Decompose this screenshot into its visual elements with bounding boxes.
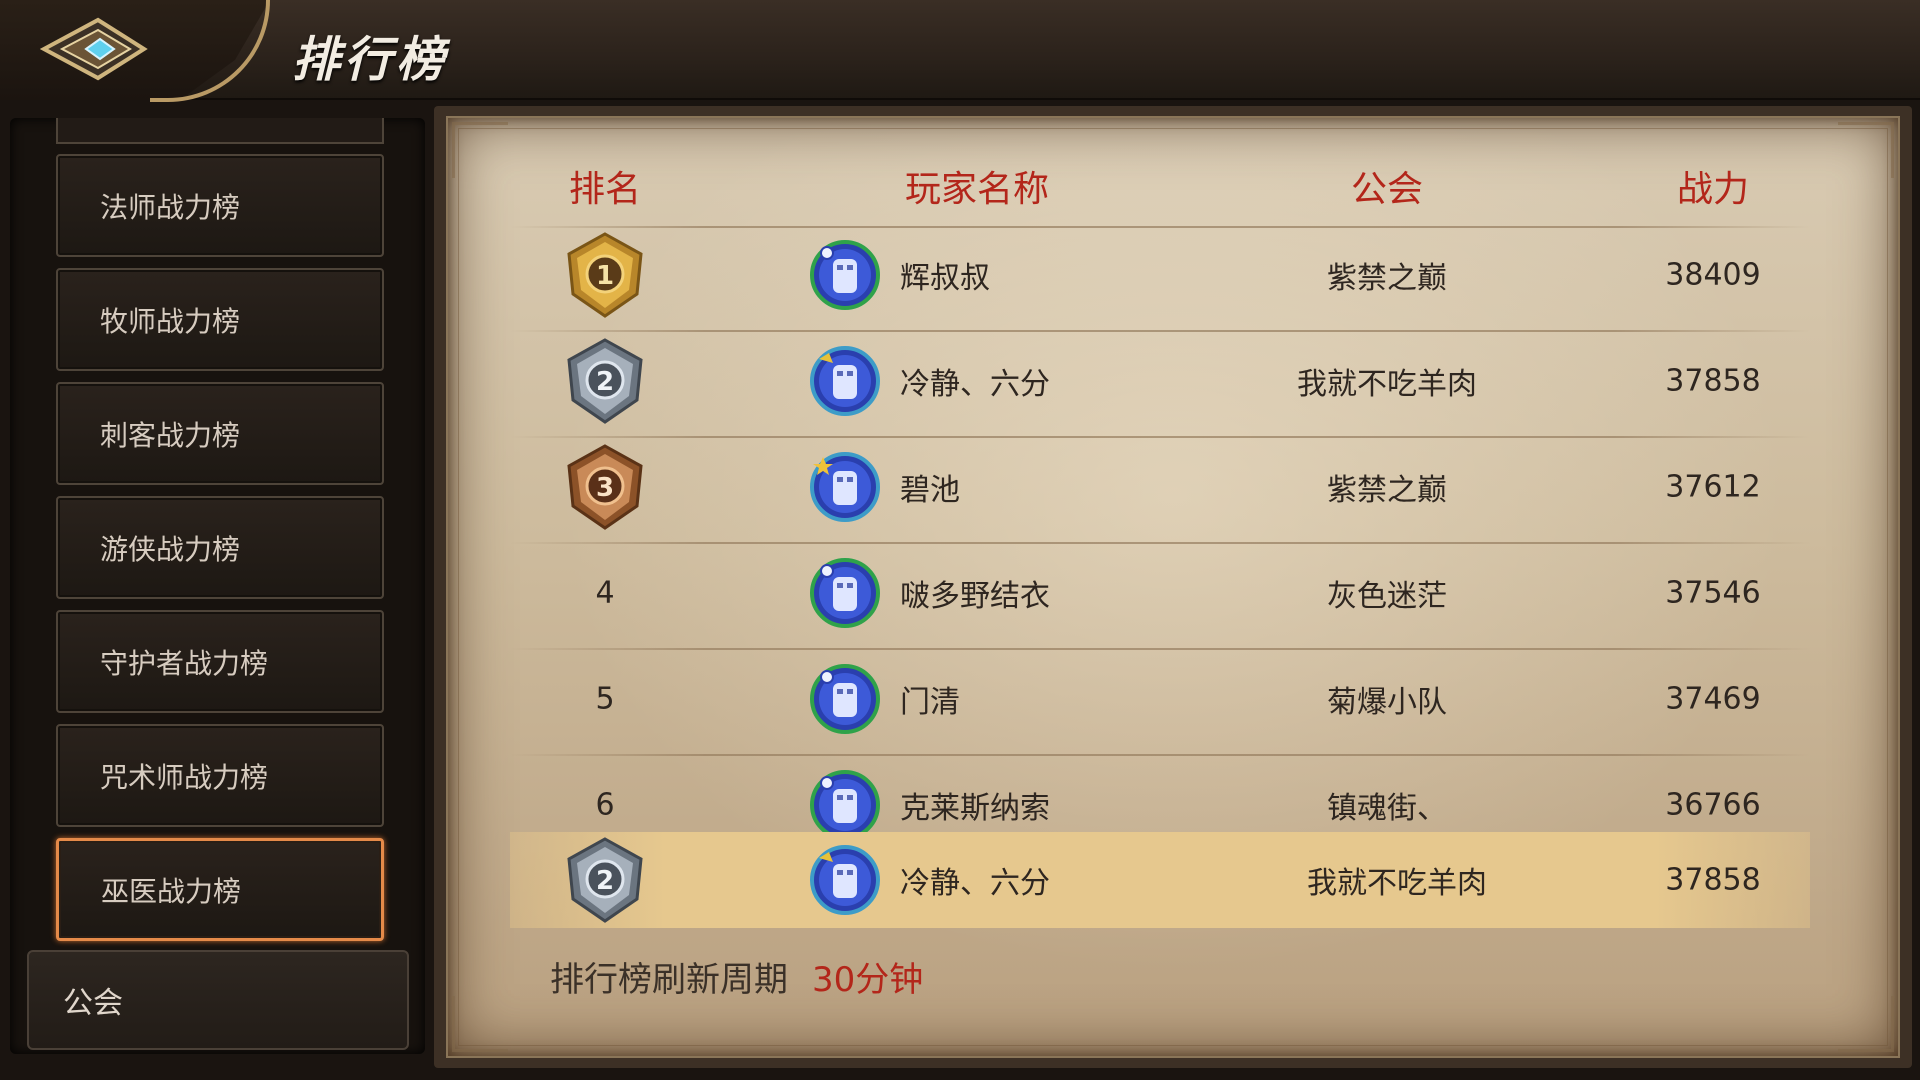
gold-medal-icon: 1 (567, 232, 643, 318)
guild-name: 紫禁之巅 (1327, 261, 1447, 296)
guild-name: 紫禁之巅 (1327, 473, 1447, 508)
category-guild-button[interactable]: 公会 (27, 950, 409, 1050)
refresh-period: 排行榜刷新周期 30分钟 (550, 952, 923, 1001)
player-avatar-icon (810, 845, 880, 915)
table-row[interactable]: 6 克莱斯纳索 镇魂街、 36766 (510, 752, 1810, 832)
player-avatar-icon (810, 558, 880, 628)
rank-number: 4 (595, 575, 615, 611)
rank-number: 5 (595, 681, 615, 717)
silver-medal-icon: 2 (567, 338, 643, 424)
table-row[interactable]: 5 门清 菊爆小队 37469 (510, 646, 1810, 752)
my-rank-row[interactable]: 2 冷静、六分 我就不吃羊肉 37858 (510, 832, 1810, 928)
guild-name: 镇魂街、 (1327, 791, 1447, 826)
player-name: 辉叔叔 (900, 261, 990, 296)
power-value: 37858 (1665, 862, 1761, 898)
player-avatar-icon (810, 770, 880, 832)
power-value: 37612 (1665, 469, 1761, 505)
medal-rank-text: 2 (596, 367, 614, 397)
table-row[interactable]: 4 啵多野结衣 灰色迷茫 37546 (510, 540, 1810, 646)
rank-number: 6 (595, 787, 615, 823)
player-name: 碧池 (900, 473, 960, 508)
player-avatar-icon (810, 452, 880, 522)
guild-name: 我就不吃羊肉 (1307, 866, 1487, 901)
category-label: 公会 (63, 986, 123, 1021)
player-avatar-icon (810, 240, 880, 310)
table-row[interactable]: 1 辉叔叔 紫禁之巅 38409 (510, 222, 1810, 328)
player-name: 克莱斯纳索 (900, 791, 1050, 826)
power-value: 38409 (1665, 257, 1761, 293)
power-value: 37546 (1665, 575, 1761, 611)
table-row[interactable]: 3 碧池 紫禁之巅 37612 (510, 434, 1810, 540)
table-row[interactable]: 2 冷静、六分 我就不吃羊肉 37858 (510, 328, 1810, 434)
player-name: 门清 (900, 685, 960, 720)
player-avatar-icon (810, 346, 880, 416)
medal-rank-text: 1 (596, 261, 614, 291)
player-name: 啵多野结衣 (900, 579, 1050, 614)
guild-name: 灰色迷茫 (1327, 579, 1447, 614)
player-name: 冷静、六分 (900, 866, 1050, 901)
sidebar-item-witch-doctor[interactable]: 巫医战力榜 (56, 838, 384, 941)
player-avatar-icon (810, 664, 880, 734)
medal-rank-text: 3 (596, 473, 614, 503)
silver-medal-icon: 2 (567, 837, 643, 923)
sidebar-item-label: 巫医战力榜 (101, 874, 242, 908)
guild-name: 菊爆小队 (1327, 685, 1447, 720)
refresh-value: 30分钟 (812, 960, 924, 1000)
power-value: 36766 (1665, 787, 1761, 823)
power-value: 37858 (1665, 363, 1761, 399)
ranking-table[interactable]: 1 辉叔叔 紫禁之巅 38409 2 冷静、六分 我就不吃羊肉 37858 3 … (0, 0, 1920, 832)
guild-name: 我就不吃羊肉 (1297, 367, 1477, 402)
medal-rank-text: 2 (596, 866, 614, 896)
refresh-label: 排行榜刷新周期 (550, 960, 788, 1000)
bronze-medal-icon: 3 (567, 444, 643, 530)
power-value: 37469 (1665, 681, 1761, 717)
player-name: 冷静、六分 (900, 367, 1050, 402)
